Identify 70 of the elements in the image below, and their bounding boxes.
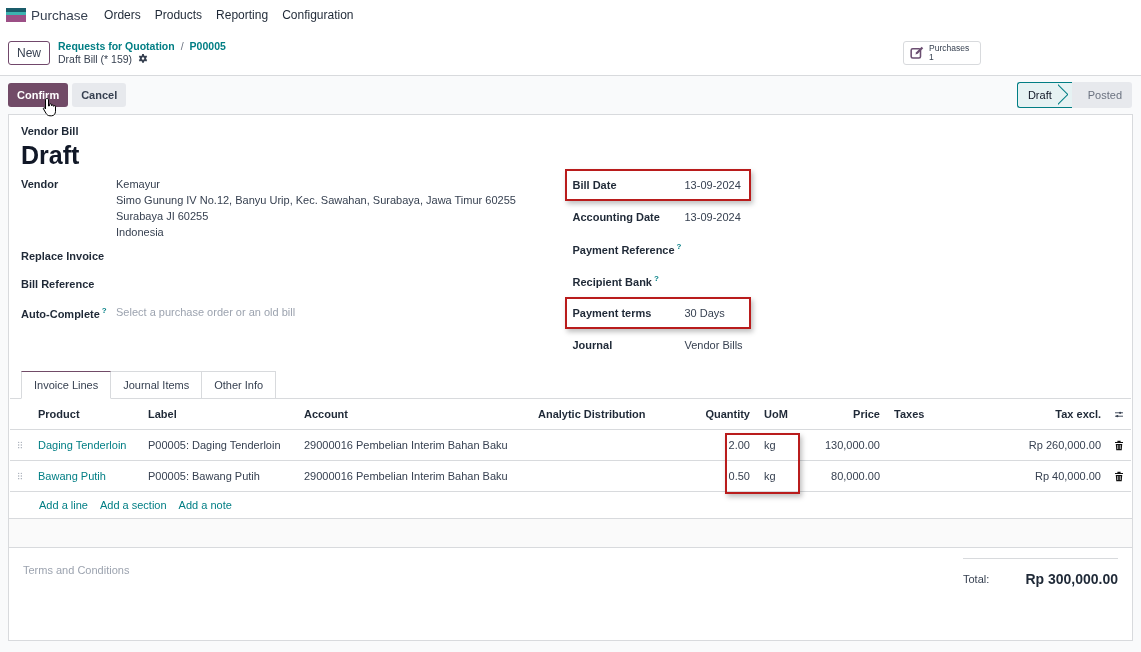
column-header[interactable]: UoM <box>756 399 800 430</box>
trash-icon[interactable] <box>1115 439 1123 451</box>
add-link[interactable]: Add a note <box>178 499 232 511</box>
tab[interactable]: Journal Items <box>111 371 203 399</box>
table-cell: 80,000.00 <box>831 470 880 482</box>
settings-icon[interactable] <box>138 54 149 64</box>
product-link[interactable]: Bawang Putih <box>38 470 106 482</box>
status-step[interactable]: Draft <box>1016 82 1072 108</box>
edit-icon <box>910 45 924 60</box>
field-value[interactable]: 13-09-2024 <box>684 179 741 191</box>
menu-item[interactable]: Products <box>154 8 203 22</box>
column-header[interactable]: Tax excl. <box>976 399 1107 430</box>
document-title: Draft <box>20 141 81 170</box>
menu-item[interactable]: Configuration <box>282 8 354 22</box>
field-label: Replace Invoice <box>21 250 106 262</box>
status-step[interactable]: Posted <box>1071 82 1132 108</box>
field-label: Bill Reference <box>21 278 96 290</box>
field-label: Payment terms <box>572 307 653 319</box>
app-logo-icon <box>6 8 26 22</box>
field-label: Journal <box>572 339 614 351</box>
new-button[interactable]: New <box>8 40 50 65</box>
add-link[interactable]: Add a section <box>99 499 167 511</box>
table-cell: 130,000.00 <box>824 439 880 451</box>
add-link[interactable]: Add a line <box>39 499 88 511</box>
table-cell: Rp 40,000.00 <box>1034 470 1101 482</box>
field-label: Accounting Date <box>572 211 661 223</box>
field-value[interactable]: 30 Days <box>684 307 725 319</box>
menu-item[interactable]: Orders <box>104 8 141 22</box>
table-cell: 2.00 <box>728 439 750 451</box>
column-header[interactable]: Account <box>296 399 530 430</box>
drag-handle-icon[interactable] <box>18 440 22 450</box>
field-label: Bill Date <box>572 179 618 191</box>
address-value[interactable]: Kemayur Simo Gunung IV No.12, Banyu Urip, Kec. Sawahan, Surabaya, Jawa Timur 60255 Surabaya JI 60255 Indonesia <box>116 176 516 240</box>
field-value[interactable]: 13-09-2024 <box>684 211 741 223</box>
record-name: Draft Bill (* 159) <box>58 52 133 66</box>
table-cell: 29000016 Pembelian Interim Bahan Baku <box>304 470 508 482</box>
menu-item[interactable]: Reporting <box>216 8 269 22</box>
drag-handle-icon[interactable] <box>18 471 22 481</box>
column-header[interactable]: Label <box>140 399 296 430</box>
field-value[interactable]: Vendor Bills <box>684 339 743 351</box>
confirm-button[interactable]: Confirm <box>8 83 69 107</box>
field-label: Vendor <box>21 178 60 190</box>
document-type: Vendor Bill <box>20 125 80 137</box>
column-header[interactable]: Quantity <box>690 399 756 430</box>
trash-icon[interactable] <box>1115 470 1123 482</box>
table-cell: P00005: Bawang Putih <box>148 470 260 482</box>
column-header[interactable]: Taxes <box>886 399 976 430</box>
column-header[interactable]: Analytic Distribution <box>530 399 690 430</box>
table-cell: Rp 260,000.00 <box>1028 439 1101 451</box>
field-label: Auto-Complete $^{?}$ <box>21 306 108 320</box>
breadcrumb-link[interactable]: Requests for Quotation <box>58 39 175 53</box>
table-cell: 29000016 Pembelian Interim Bahan Baku <box>304 439 508 451</box>
column-header[interactable]: Product <box>30 399 140 430</box>
table-cell: kg <box>764 470 776 482</box>
product-link[interactable]: Daging Tenderloin <box>38 439 127 451</box>
field-label: Payment Reference $^{?}$ <box>572 242 683 256</box>
total-value: Rp 300,000.00 <box>1025 571 1118 587</box>
breadcrumb-link[interactable]: P00005 <box>189 39 226 53</box>
breadcrumb-separator: / <box>180 39 184 53</box>
tab[interactable]: Invoice Lines <box>21 371 112 399</box>
app-name[interactable]: Purchase <box>31 7 89 23</box>
tab[interactable]: Other Info <box>202 371 277 399</box>
total-label: Total: <box>963 573 990 585</box>
field-label: Recipient Bank $^{?}$ <box>572 274 660 288</box>
table-cell: kg <box>764 439 776 451</box>
column-header[interactable]: Price <box>800 399 886 430</box>
table-cell: P00005: Daging Tenderloin <box>148 439 281 451</box>
cancel-button[interactable]: Cancel <box>72 83 127 107</box>
table-cell: 0.50 <box>728 470 750 482</box>
purchases-smart-button[interactable]: Purchases 1 <box>903 40 981 65</box>
